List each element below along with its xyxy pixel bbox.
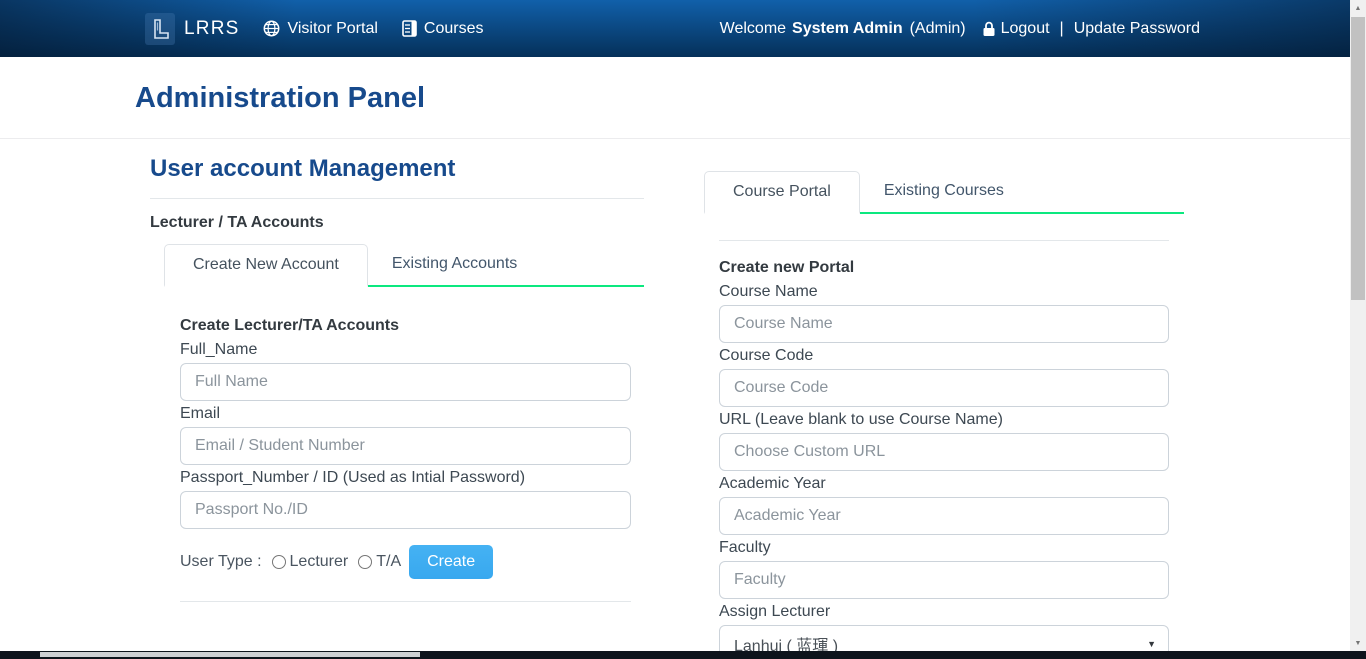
divider (719, 240, 1169, 241)
nav-separator: | (1060, 20, 1064, 38)
nav-courses[interactable]: Courses (402, 20, 484, 38)
course-tabs: Course Portal Existing Courses (704, 171, 1184, 214)
page-title: Administration Panel (135, 82, 1350, 115)
account-tabs: Create New Account Existing Accounts (164, 244, 644, 287)
lrrs-logo-icon (145, 13, 175, 45)
chevron-down-icon: ▼ (1147, 639, 1156, 649)
page-header: Administration Panel (0, 57, 1350, 139)
course-name-label: Course Name (719, 283, 1169, 301)
divider (150, 198, 644, 199)
course-code-input[interactable] (719, 369, 1169, 407)
lecturer-radio-label: Lecturer (290, 553, 349, 571)
email-field-group: Email (180, 405, 631, 465)
fullname-label: Full_Name (180, 341, 631, 359)
vertical-scrollbar-thumb[interactable] (1351, 17, 1365, 300)
create-account-form: Create Lecturer/TA Accounts Full_Name Em… (180, 317, 644, 602)
horizontal-scrollbar-thumb[interactable] (40, 652, 420, 657)
create-portal-form: Create new Portal Course Name Course Cod… (719, 259, 1169, 659)
update-password-link[interactable]: Update Password (1074, 20, 1200, 38)
assign-lecturer-label: Assign Lecturer (719, 603, 1169, 621)
user-type-label: User Type : (180, 553, 262, 571)
brand-title: LRRS (184, 18, 239, 40)
passport-label: Passport_Number / ID (Used as Intial Pas… (180, 469, 631, 487)
logout-label: Logout (1001, 20, 1050, 38)
lecturer-radio[interactable] (272, 555, 286, 569)
course-name-field-group: Course Name (719, 283, 1169, 343)
fullname-field-group: Full_Name (180, 341, 631, 401)
faculty-input[interactable] (719, 561, 1169, 599)
lecturer-ta-subtitle: Lecturer / TA Accounts (150, 214, 644, 232)
course-code-label: Course Code (719, 347, 1169, 365)
top-navbar: LRRS Visitor Portal (0, 0, 1350, 57)
custom-url-label: URL (Leave blank to use Course Name) (719, 411, 1169, 429)
vertical-scrollbar[interactable]: ▲ ▼ (1350, 0, 1366, 651)
brand-link[interactable]: LRRS (145, 13, 239, 45)
academic-year-input[interactable] (719, 497, 1169, 535)
create-account-button[interactable]: Create (409, 545, 493, 579)
course-code-field-group: Course Code (719, 347, 1169, 407)
scroll-down-arrow-icon[interactable]: ▼ (1350, 635, 1366, 651)
user-account-section: User account Management Lecturer / TA Ac… (150, 155, 644, 617)
logout-link[interactable]: Logout (982, 20, 1050, 38)
nav-courses-label: Courses (424, 20, 484, 38)
nav-visitor-portal-label: Visitor Portal (287, 20, 377, 38)
academic-year-label: Academic Year (719, 475, 1169, 493)
tab-course-portal[interactable]: Course Portal (704, 171, 860, 214)
custom-url-field-group: URL (Leave blank to use Course Name) (719, 411, 1169, 471)
custom-url-input[interactable] (719, 433, 1169, 471)
divider (180, 601, 631, 602)
nav-visitor-portal[interactable]: Visitor Portal (263, 20, 377, 38)
course-name-input[interactable] (719, 305, 1169, 343)
academic-year-field-group: Academic Year (719, 475, 1169, 535)
tab-existing-accounts[interactable]: Existing Accounts (368, 244, 541, 285)
user-name: System Admin (792, 20, 903, 38)
welcome-text: Welcome (720, 20, 786, 38)
fullname-input[interactable] (180, 363, 631, 401)
globe-icon (263, 20, 280, 37)
tab-create-new-account[interactable]: Create New Account (164, 244, 368, 287)
email-input[interactable] (180, 427, 631, 465)
lock-icon (982, 21, 996, 37)
user-role: (Admin) (910, 20, 966, 38)
passport-input[interactable] (180, 491, 631, 529)
passport-field-group: Passport_Number / ID (Used as Intial Pas… (180, 469, 631, 529)
ta-radio[interactable] (358, 555, 372, 569)
user-account-title: User account Management (150, 155, 644, 183)
create-portal-heading: Create new Portal (719, 259, 1169, 277)
book-icon (402, 20, 417, 37)
scroll-up-arrow-icon[interactable]: ▲ (1350, 0, 1366, 16)
course-portal-section: Course Portal Existing Courses Create ne… (704, 159, 1184, 659)
faculty-label: Faculty (719, 539, 1169, 557)
tab-existing-courses[interactable]: Existing Courses (860, 171, 1028, 212)
create-account-heading: Create Lecturer/TA Accounts (180, 317, 631, 335)
ta-radio-label: T/A (376, 553, 401, 571)
horizontal-scrollbar[interactable] (0, 651, 1366, 659)
faculty-field-group: Faculty (719, 539, 1169, 599)
user-type-row: User Type : Lecturer T/A Create (180, 545, 631, 579)
email-label: Email (180, 405, 631, 423)
